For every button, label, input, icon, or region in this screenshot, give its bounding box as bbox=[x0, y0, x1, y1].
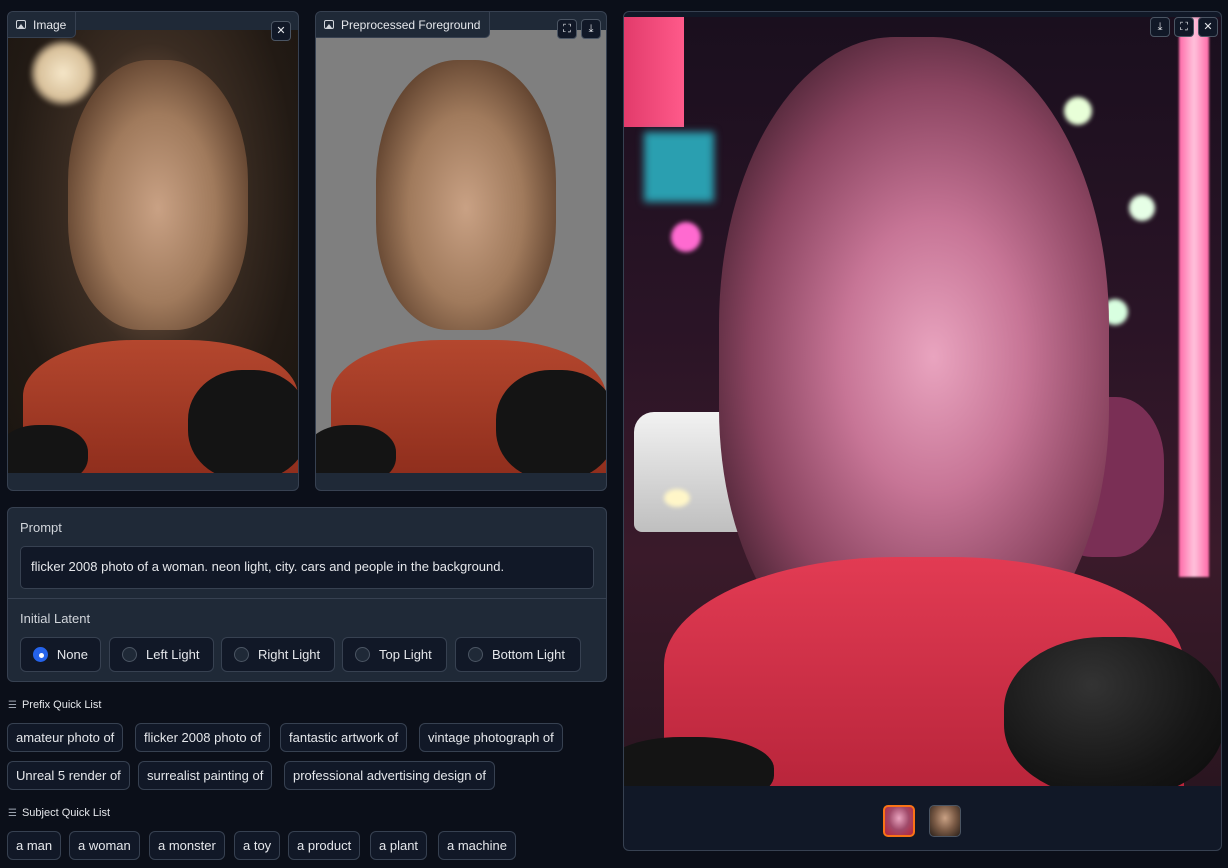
radio-left-light[interactable]: Left Light bbox=[109, 637, 214, 672]
subject-chip[interactable]: a monster bbox=[149, 831, 225, 860]
radio-dot bbox=[234, 647, 249, 662]
subject-chip[interactable]: a man bbox=[7, 831, 62, 860]
fullscreen-icon[interactable]: ⛶ bbox=[557, 19, 577, 39]
prefix-quick-list-title: ☰ Prefix Quick List bbox=[8, 699, 102, 711]
prefix-chip[interactable]: flicker 2008 photo of bbox=[135, 723, 271, 752]
prefix-chip[interactable]: surrealist painting of bbox=[138, 761, 273, 790]
radio-dot bbox=[33, 647, 48, 662]
image-icon bbox=[324, 20, 334, 29]
radio-dot bbox=[355, 647, 370, 662]
preprocessed-photo bbox=[316, 30, 606, 473]
list-icon: ☰ bbox=[8, 807, 17, 819]
close-icon[interactable]: ✕ bbox=[271, 21, 291, 41]
subject-quick-list-title: ☰ Subject Quick List bbox=[8, 807, 111, 819]
radio-bottom-light[interactable]: Bottom Light bbox=[455, 637, 581, 672]
prefix-chip[interactable]: fantastic artwork of bbox=[280, 723, 408, 752]
preprocessed-label: Preprocessed Foreground bbox=[316, 12, 491, 38]
subject-chip[interactable]: a plant bbox=[370, 831, 428, 860]
radio-dot bbox=[122, 647, 137, 662]
radio-dot bbox=[468, 647, 483, 662]
prompt-input[interactable]: flicker 2008 photo of a woman. neon ligh… bbox=[20, 546, 594, 589]
close-icon[interactable]: ✕ bbox=[1198, 17, 1218, 37]
prefix-chip[interactable]: professional advertising design of bbox=[284, 761, 495, 790]
preprocessed-panel[interactable]: Preprocessed Foreground ⛶ ⤓ bbox=[315, 11, 607, 491]
input-image-label: Image bbox=[8, 12, 77, 38]
subject-chip[interactable]: a product bbox=[288, 831, 361, 860]
radio-right-light[interactable]: Right Light bbox=[221, 637, 335, 672]
prefix-chip[interactable]: vintage photograph of bbox=[419, 723, 563, 752]
download-icon[interactable]: ⤓ bbox=[1150, 17, 1170, 37]
prompt-label: Prompt bbox=[20, 520, 62, 535]
gallery-thumbnail[interactable] bbox=[929, 805, 961, 837]
prompt-panel: Prompt flicker 2008 photo of a woman. ne… bbox=[7, 507, 607, 682]
initial-latent-label: Initial Latent bbox=[20, 611, 91, 626]
input-photo bbox=[8, 30, 298, 473]
radio-top-light[interactable]: Top Light bbox=[342, 637, 447, 672]
download-icon[interactable]: ⤓ bbox=[581, 19, 601, 39]
divider bbox=[8, 598, 606, 599]
list-icon: ☰ bbox=[8, 699, 17, 711]
fullscreen-icon[interactable]: ⛶ bbox=[1174, 17, 1194, 37]
gallery-thumbnail[interactable] bbox=[883, 805, 915, 837]
subject-chip[interactable]: a toy bbox=[234, 831, 281, 860]
subject-chip[interactable]: a woman bbox=[69, 831, 140, 860]
output-gallery: ⤓ ⛶ ✕ bbox=[623, 11, 1222, 851]
input-image-panel[interactable]: Image ✕ bbox=[7, 11, 299, 491]
radio-none[interactable]: None bbox=[20, 637, 101, 672]
prefix-chip[interactable]: amateur photo of bbox=[7, 723, 124, 752]
image-icon bbox=[16, 20, 26, 29]
output-photo[interactable] bbox=[624, 17, 1221, 786]
subject-chip[interactable]: a machine bbox=[438, 831, 516, 860]
prefix-chip[interactable]: Unreal 5 render of bbox=[7, 761, 130, 790]
